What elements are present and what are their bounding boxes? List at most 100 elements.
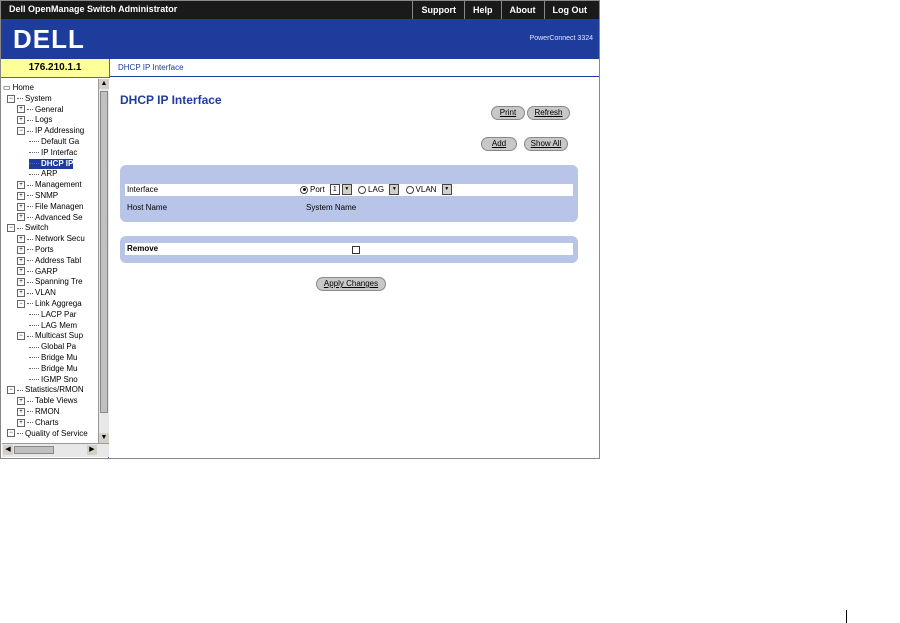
tree-item[interactable]: + RMON bbox=[17, 407, 59, 417]
tree-item[interactable]: ▭ Home bbox=[3, 83, 34, 93]
app-window: Dell OpenManage Switch Administrator Sup… bbox=[0, 0, 600, 459]
tree-item[interactable]: + SNMP bbox=[17, 191, 58, 201]
expand-icon[interactable]: + bbox=[17, 191, 25, 200]
tree-item[interactable]: + Advanced Se bbox=[17, 213, 83, 223]
tree-item[interactable]: + General bbox=[17, 105, 63, 115]
tree-item[interactable]: Global Pa bbox=[29, 342, 76, 352]
expand-icon[interactable]: + bbox=[17, 407, 25, 416]
tree-item[interactable]: + Address Tabl bbox=[17, 256, 81, 266]
tree-item[interactable]: − Multicast Sup bbox=[17, 331, 83, 341]
tree-item[interactable]: + Ports bbox=[17, 245, 54, 255]
tree-item-label: Spanning Tre bbox=[35, 277, 83, 287]
tree-item[interactable]: DHCP IP bbox=[29, 158, 74, 169]
scroll-right-icon[interactable]: ▶ bbox=[87, 445, 97, 455]
tree-connector-icon bbox=[17, 98, 23, 100]
tree-item-label: General bbox=[35, 104, 64, 114]
add-button[interactable]: Add bbox=[481, 137, 517, 151]
tree-item[interactable]: IGMP Sno bbox=[29, 375, 78, 385]
collapse-icon[interactable]: − bbox=[7, 386, 15, 395]
show-all-button[interactable]: Show All bbox=[524, 137, 568, 151]
scroll-up-icon[interactable]: ▲ bbox=[99, 79, 109, 89]
tree-item[interactable]: + Logs bbox=[17, 115, 52, 125]
tree-item[interactable]: + Network Secu bbox=[17, 234, 85, 244]
tree-item[interactable]: LACP Par bbox=[29, 310, 76, 320]
expand-icon[interactable]: + bbox=[17, 181, 25, 190]
expand-icon[interactable]: + bbox=[17, 245, 25, 254]
expand-icon[interactable]: + bbox=[17, 289, 25, 298]
tree-item[interactable]: + Management bbox=[17, 180, 82, 190]
tree-item[interactable]: + Charts bbox=[17, 418, 59, 428]
tree-item-label: Charts bbox=[35, 417, 59, 427]
tree-connector-icon bbox=[29, 368, 39, 370]
tree-item[interactable]: Bridge Mu bbox=[29, 364, 77, 374]
tree-item[interactable]: Bridge Mu bbox=[29, 353, 77, 363]
tree-connector-icon bbox=[29, 324, 39, 326]
expand-icon[interactable]: + bbox=[17, 116, 25, 125]
tree-connector-icon bbox=[17, 432, 23, 434]
lag-radio[interactable] bbox=[358, 185, 367, 194]
tree-item[interactable]: + VLAN bbox=[17, 288, 56, 298]
expand-icon[interactable]: + bbox=[17, 397, 25, 406]
vlan-radio[interactable] bbox=[405, 185, 414, 194]
expand-icon[interactable]: + bbox=[17, 235, 25, 244]
expand-icon[interactable]: + bbox=[17, 267, 25, 276]
interface-panel: Interface Port 1 ▼ LAG ▼ VLAN ▼ Host Name… bbox=[120, 165, 578, 222]
tree-connector-icon bbox=[27, 238, 33, 240]
expand-icon[interactable]: + bbox=[17, 105, 25, 114]
scroll-left-icon[interactable]: ◀ bbox=[3, 445, 13, 455]
collapse-icon[interactable]: − bbox=[17, 127, 25, 136]
tree-item[interactable]: + GARP bbox=[17, 267, 58, 277]
collapse-icon[interactable]: − bbox=[7, 224, 15, 233]
tree-horizontal-scrollbar[interactable]: ◀ ▶ bbox=[2, 443, 109, 457]
remove-checkbox[interactable] bbox=[352, 246, 360, 254]
expand-icon[interactable]: + bbox=[17, 256, 25, 265]
dell-logo: DELL bbox=[13, 24, 85, 54]
scroll-down-icon[interactable]: ▼ bbox=[99, 433, 109, 443]
apply-changes-button[interactable]: Apply Changes bbox=[316, 277, 386, 291]
scroll-thumb[interactable] bbox=[100, 91, 108, 413]
tree-item-label: VLAN bbox=[35, 288, 56, 298]
tree-item[interactable]: − Statistics/RMON bbox=[7, 385, 84, 395]
logout-link[interactable]: Log Out bbox=[543, 1, 596, 19]
port-select[interactable]: 1 bbox=[329, 184, 340, 196]
tree-item-label: ARP bbox=[41, 169, 58, 179]
support-link[interactable]: Support bbox=[412, 1, 464, 19]
tree-item[interactable]: + Spanning Tre bbox=[17, 277, 83, 287]
tree-item[interactable]: IP Interfac bbox=[29, 148, 77, 158]
tree-item-label: LAG Mem bbox=[41, 320, 78, 330]
tree-item[interactable]: Default Ga bbox=[29, 137, 79, 147]
expand-icon[interactable]: + bbox=[17, 213, 25, 222]
tree-item-label: Advanced Se bbox=[35, 212, 83, 222]
expand-icon[interactable]: + bbox=[17, 202, 25, 211]
collapse-icon[interactable]: − bbox=[17, 299, 25, 308]
collapse-icon[interactable]: − bbox=[7, 94, 15, 103]
expand-icon[interactable]: + bbox=[17, 278, 25, 287]
help-link[interactable]: Help bbox=[463, 1, 501, 19]
tree-item[interactable]: + File Managen bbox=[17, 202, 83, 212]
about-link[interactable]: About bbox=[500, 1, 544, 19]
host-name-value: System Name bbox=[306, 203, 357, 212]
lag-dropdown-icon[interactable]: ▼ bbox=[389, 184, 400, 196]
tree-item[interactable]: − Link Aggrega bbox=[17, 299, 82, 309]
collapse-icon[interactable]: − bbox=[17, 332, 25, 341]
tree-vertical-scrollbar[interactable]: ▲ ▼ bbox=[98, 79, 109, 443]
tree-item[interactable]: − Quality of Service bbox=[7, 429, 88, 439]
port-radio[interactable] bbox=[300, 185, 308, 194]
tree-item[interactable]: + Table Views bbox=[17, 396, 78, 406]
port-dropdown-icon[interactable]: ▼ bbox=[341, 184, 352, 196]
host-name-row: Host Name System Name bbox=[125, 202, 573, 214]
refresh-button[interactable]: Refresh bbox=[527, 106, 570, 120]
tree-item[interactable]: LAG Mem bbox=[29, 321, 77, 331]
tree-connector-icon bbox=[27, 206, 33, 208]
print-button[interactable]: Print bbox=[491, 106, 525, 120]
tree-item[interactable]: − System bbox=[7, 94, 52, 104]
tree-connector-icon bbox=[27, 119, 33, 121]
tree-item[interactable]: − IP Addressing bbox=[17, 126, 84, 136]
collapse-icon[interactable]: − bbox=[7, 429, 15, 438]
tree-item-label: RMON bbox=[35, 407, 60, 416]
vlan-dropdown-icon[interactable]: ▼ bbox=[441, 184, 452, 196]
hscroll-thumb[interactable] bbox=[14, 446, 54, 454]
tree-item[interactable]: ARP bbox=[29, 169, 57, 179]
tree-item[interactable]: − Switch bbox=[7, 223, 49, 233]
expand-icon[interactable]: + bbox=[17, 418, 25, 427]
